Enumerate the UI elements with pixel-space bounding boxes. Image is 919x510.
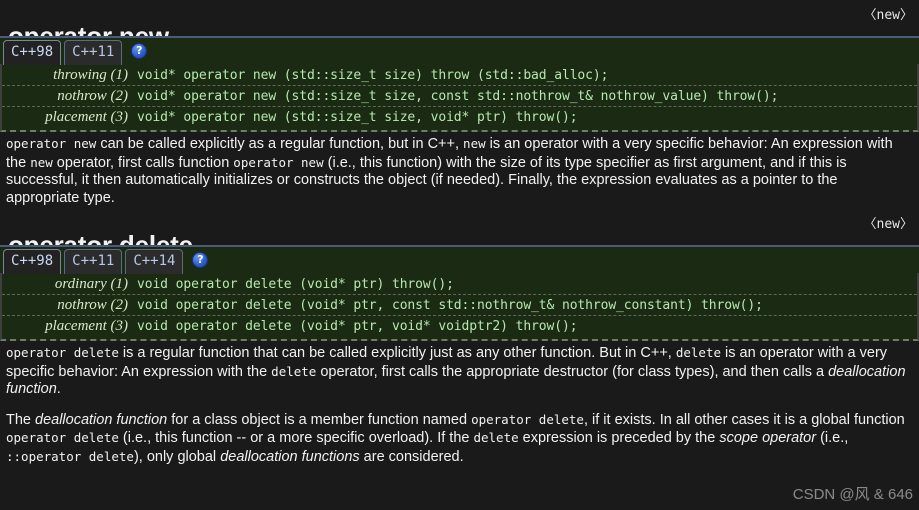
body-text: .: [56, 381, 61, 397]
body-text: , if it exists. In all other cases it is…: [583, 411, 905, 428]
signature-code: void* operator new (std::size_t size) th…: [137, 68, 609, 83]
tab-cpp11[interactable]: C++11: [64, 249, 123, 274]
body-text: The: [6, 411, 36, 428]
section-header: operator delete〈new〉: [0, 209, 919, 260]
signature-row: placement (3) void operator delete (void*…: [2, 316, 917, 337]
body-text: operator, first calls the appropriate de…: [316, 363, 829, 380]
signature-code: void operator delete (void* ptr, const s…: [137, 298, 763, 313]
inline-code: ::operator delete: [6, 448, 134, 464]
signature-form-label: placement (3): [45, 318, 128, 334]
inline-code: operator delete: [6, 430, 119, 445]
signature-row: nothrow (2) void operator delete (void* p…: [2, 295, 917, 316]
body-text: expression is preceded by the: [518, 430, 720, 446]
inline-code: delete: [473, 430, 519, 445]
inline-code: operator delete: [6, 345, 119, 360]
sections-container: operator new〈new〉C++98C++11?throwing (1)…: [0, 0, 919, 468]
tab-cpp98[interactable]: C++98: [3, 40, 62, 65]
description-paragraph: operator delete is a regular function th…: [6, 344, 913, 399]
signature-table: throwing (1)void* operator new (std::siz…: [0, 64, 919, 132]
body-text: for a class object is a member function …: [167, 411, 472, 428]
description-paragraph: The deallocation function for a class ob…: [6, 411, 913, 467]
signature-form-label: nothrow (2): [57, 297, 128, 313]
watermark: CSDN @风 & 646: [792, 486, 913, 503]
signature-form-label: nothrow (2): [57, 88, 128, 104]
inline-code: delete: [675, 345, 721, 360]
description-paragraph: operator new can be called explicitly as…: [6, 135, 913, 207]
description-block: operator delete is a regular function th…: [0, 341, 919, 468]
signature-code: void operator delete (void* ptr) throw()…: [137, 277, 454, 292]
standard-version-tabs: C++98 C++11?: [0, 36, 919, 65]
body-text: ), only global: [133, 448, 221, 465]
reference-section: operator new〈new〉C++98C++11?throwing (1)…: [0, 0, 919, 209]
header-link[interactable]: 〈new〉: [864, 4, 913, 23]
signature-row: placement (3) void* operator new (std::si…: [2, 107, 917, 128]
signature-form-label: throwing (1): [53, 67, 128, 83]
signature-code: void operator delete (void* ptr, void* v…: [137, 319, 578, 334]
signature-table: ordinary (1) void operator delete (void* …: [0, 273, 919, 341]
tab-cpp14[interactable]: C++14: [125, 249, 184, 274]
signature-form-label: ordinary (1): [54, 276, 128, 292]
body-text: are considered.: [359, 448, 464, 465]
tab-cpp11[interactable]: C++11: [64, 40, 123, 65]
inline-code: operator new: [233, 154, 324, 170]
emphasis-text: deallocation function: [35, 411, 168, 428]
description-block: operator new can be called explicitly as…: [0, 132, 919, 209]
inline-code: operator delete: [471, 411, 584, 427]
body-text: is a regular function that can be called…: [118, 345, 676, 361]
signature-code: void* operator new (std::size_t size, vo…: [137, 110, 578, 125]
body-text: (i.e.,: [816, 430, 849, 446]
tab-cpp98[interactable]: C++98: [3, 249, 62, 274]
inline-code: delete: [271, 363, 317, 379]
signature-row: throwing (1) void* operator new (std::siz…: [2, 65, 917, 86]
reference-page: operator new〈new〉C++98C++11?throwing (1)…: [0, 0, 919, 510]
reference-section: operator delete〈new〉C++98C++11C++14?ordi…: [0, 209, 919, 468]
body-text: can be called explicitly as a regular fu…: [96, 136, 464, 152]
signature-row: ordinary (1) void operator delete (void* …: [2, 274, 917, 295]
signature-row: nothrow (2) void* operator new (std::size…: [2, 86, 917, 107]
emphasis-text: deallocation functions: [220, 448, 360, 465]
signature-code: void* operator new (std::size_t size, co…: [137, 89, 779, 104]
body-text: (i.e., this function -- or a more specif…: [118, 430, 474, 446]
signature-form-label: placement (3): [45, 109, 128, 125]
emphasis-text: scope operator: [719, 430, 817, 446]
inline-code: operator new: [6, 136, 97, 151]
inline-code: new: [463, 136, 486, 151]
question-mark-icon[interactable]: ?: [192, 252, 209, 268]
section-header: operator new〈new〉: [0, 0, 919, 51]
body-text: operator, first calls function: [52, 154, 234, 171]
question-mark-icon[interactable]: ?: [131, 43, 148, 59]
standard-version-tabs: C++98 C++11 C++14?: [0, 245, 919, 274]
header-link[interactable]: 〈new〉: [864, 213, 913, 232]
inline-code: new: [30, 154, 53, 170]
